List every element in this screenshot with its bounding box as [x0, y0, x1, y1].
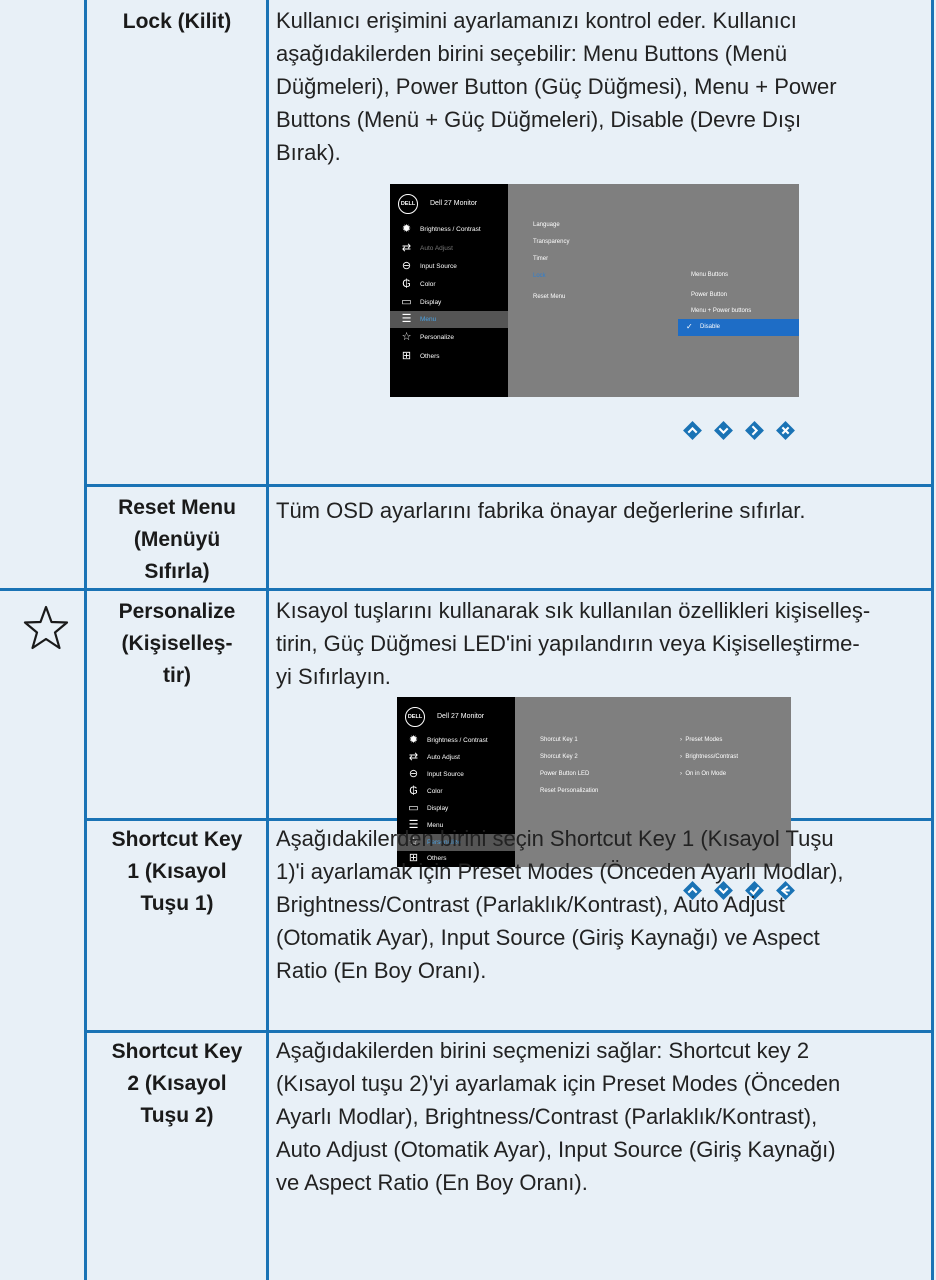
others-icon: ⊞ — [401, 350, 412, 362]
osd-menu-brightness: ✹ Brightness / Contrast — [401, 223, 481, 235]
input-source-icon: ⊖ — [408, 768, 419, 780]
osd-submenu: Language Transparency Timer Lock Reset M… — [508, 184, 799, 397]
check-icon: ✓ — [686, 322, 693, 331]
osd-sub-power-led: Power Button LED — [540, 771, 590, 777]
osd-sub-language: Language — [533, 222, 560, 228]
osd-lock-screenshot: DELL Dell 27 Monitor ✹ Brightness / Contr… — [390, 184, 799, 397]
osd-menu-color: ₲ Color — [390, 276, 508, 293]
row-divider — [84, 484, 934, 487]
color-icon: ₲ — [409, 785, 418, 797]
osd-menu-menu: ☰ Menu — [390, 311, 508, 328]
osd-menu-color: ₲ Color — [397, 783, 515, 800]
dell-logo: DELL — [405, 707, 425, 727]
osd-menu-display: ▭ Display — [401, 296, 442, 308]
osd-nav-buttons — [682, 420, 796, 441]
osd-value: › Brightness/Contrast — [680, 754, 739, 760]
osd-menu-others: ⊞ Others — [401, 350, 440, 362]
input-source-icon: ⊖ — [401, 260, 412, 272]
display-icon: ▭ — [408, 802, 419, 814]
osd-menu-auto-adjust: ⇄ Auto Adjust — [408, 751, 460, 763]
osd-title: Dell 27 Monitor — [430, 200, 478, 207]
right-icon — [745, 421, 764, 440]
osd-menu-input-source: ⊖ Input Source — [408, 768, 464, 780]
lock-label: Lock (Kilit) — [122, 10, 232, 33]
shortcut-key-1-description: Aşağıdakilerden birini seçin Shortcut Ke… — [276, 826, 844, 983]
osd-sub-shortcut-1: Shorcut Key 1 — [540, 737, 578, 743]
reset-menu-label: Reset Menu (Menüyü Sıfırla) — [118, 496, 236, 583]
osd-menu-brightness: ✹ Brightness / Contrast — [408, 734, 488, 746]
down-icon — [714, 421, 733, 440]
osd-sub-lock: Lock — [533, 273, 546, 279]
osd-sub-timer: Timer — [533, 256, 549, 262]
shortcut-key-1-label: Shortcut Key 1 (Kısayol Tuşu 1) — [111, 828, 243, 915]
osd-sub-shortcut-2: Shorcut Key 2 — [540, 754, 578, 760]
lock-description: Kullanıcı erişimini ayarlamanızı kontrol… — [276, 8, 837, 165]
table-border-right — [931, 0, 934, 1280]
up-icon — [683, 421, 702, 440]
close-icon — [776, 421, 795, 440]
star-icon: ☆ — [401, 331, 412, 343]
osd-menu-personalize: ☆ Personalize — [401, 331, 454, 343]
table-border-mid — [266, 0, 269, 1280]
shortcut-key-2-label: Shortcut Key 2 (Kısayol Tuşu 2) — [111, 1040, 243, 1127]
table-border-left — [84, 0, 87, 1280]
auto-adjust-icon: ⇄ — [408, 751, 419, 763]
row-divider — [84, 1030, 934, 1033]
osd-option: Power Button — [691, 292, 728, 298]
osd-option: Menu Buttons — [691, 272, 729, 278]
osd-sub-transparency: Transparency — [533, 239, 570, 245]
osd-title: Dell 27 Monitor — [437, 713, 485, 720]
personalize-label: Personalize (Kişiselleş- tir) — [118, 600, 236, 687]
osd-menu-display: ▭ Display — [408, 802, 449, 814]
row-divider — [0, 588, 934, 591]
reset-menu-description: Tüm OSD ayarlarını fabrika önayar değerl… — [276, 498, 806, 523]
osd-sub-reset-menu: Reset Menu — [533, 294, 566, 300]
shortcut-key-2-description: Aşağıdakilerden birini seçmenizi sağlar:… — [276, 1038, 841, 1195]
osd-menu-input-source: ⊖ Input Source — [401, 260, 457, 272]
osd-option: Menu + Power buttons — [691, 308, 752, 314]
color-icon: ₲ — [402, 278, 411, 290]
menu-icon: ☰ — [401, 313, 412, 325]
osd-main-menu: DELL Dell 27 Monitor ✹ Brightness / Contr… — [390, 184, 508, 397]
osd-value: › On in On Mode — [680, 771, 727, 777]
auto-adjust-icon: ⇄ — [401, 242, 412, 254]
display-icon: ▭ — [401, 296, 412, 308]
star-icon — [23, 605, 69, 650]
osd-menu-auto-adjust: ⇄ Auto Adjust — [401, 242, 453, 254]
osd-sub-reset-personalization: Reset Personalization — [540, 788, 599, 794]
dell-logo: DELL — [398, 194, 418, 214]
brightness-icon: ✹ — [401, 223, 412, 235]
osd-value: › Preset Modes — [680, 737, 723, 743]
osd-option-selected: ✓ Disable — [678, 319, 799, 336]
brightness-icon: ✹ — [408, 734, 419, 746]
personalize-description: Kısayol tuşlarını kullanarak sık kullanı… — [276, 598, 871, 689]
